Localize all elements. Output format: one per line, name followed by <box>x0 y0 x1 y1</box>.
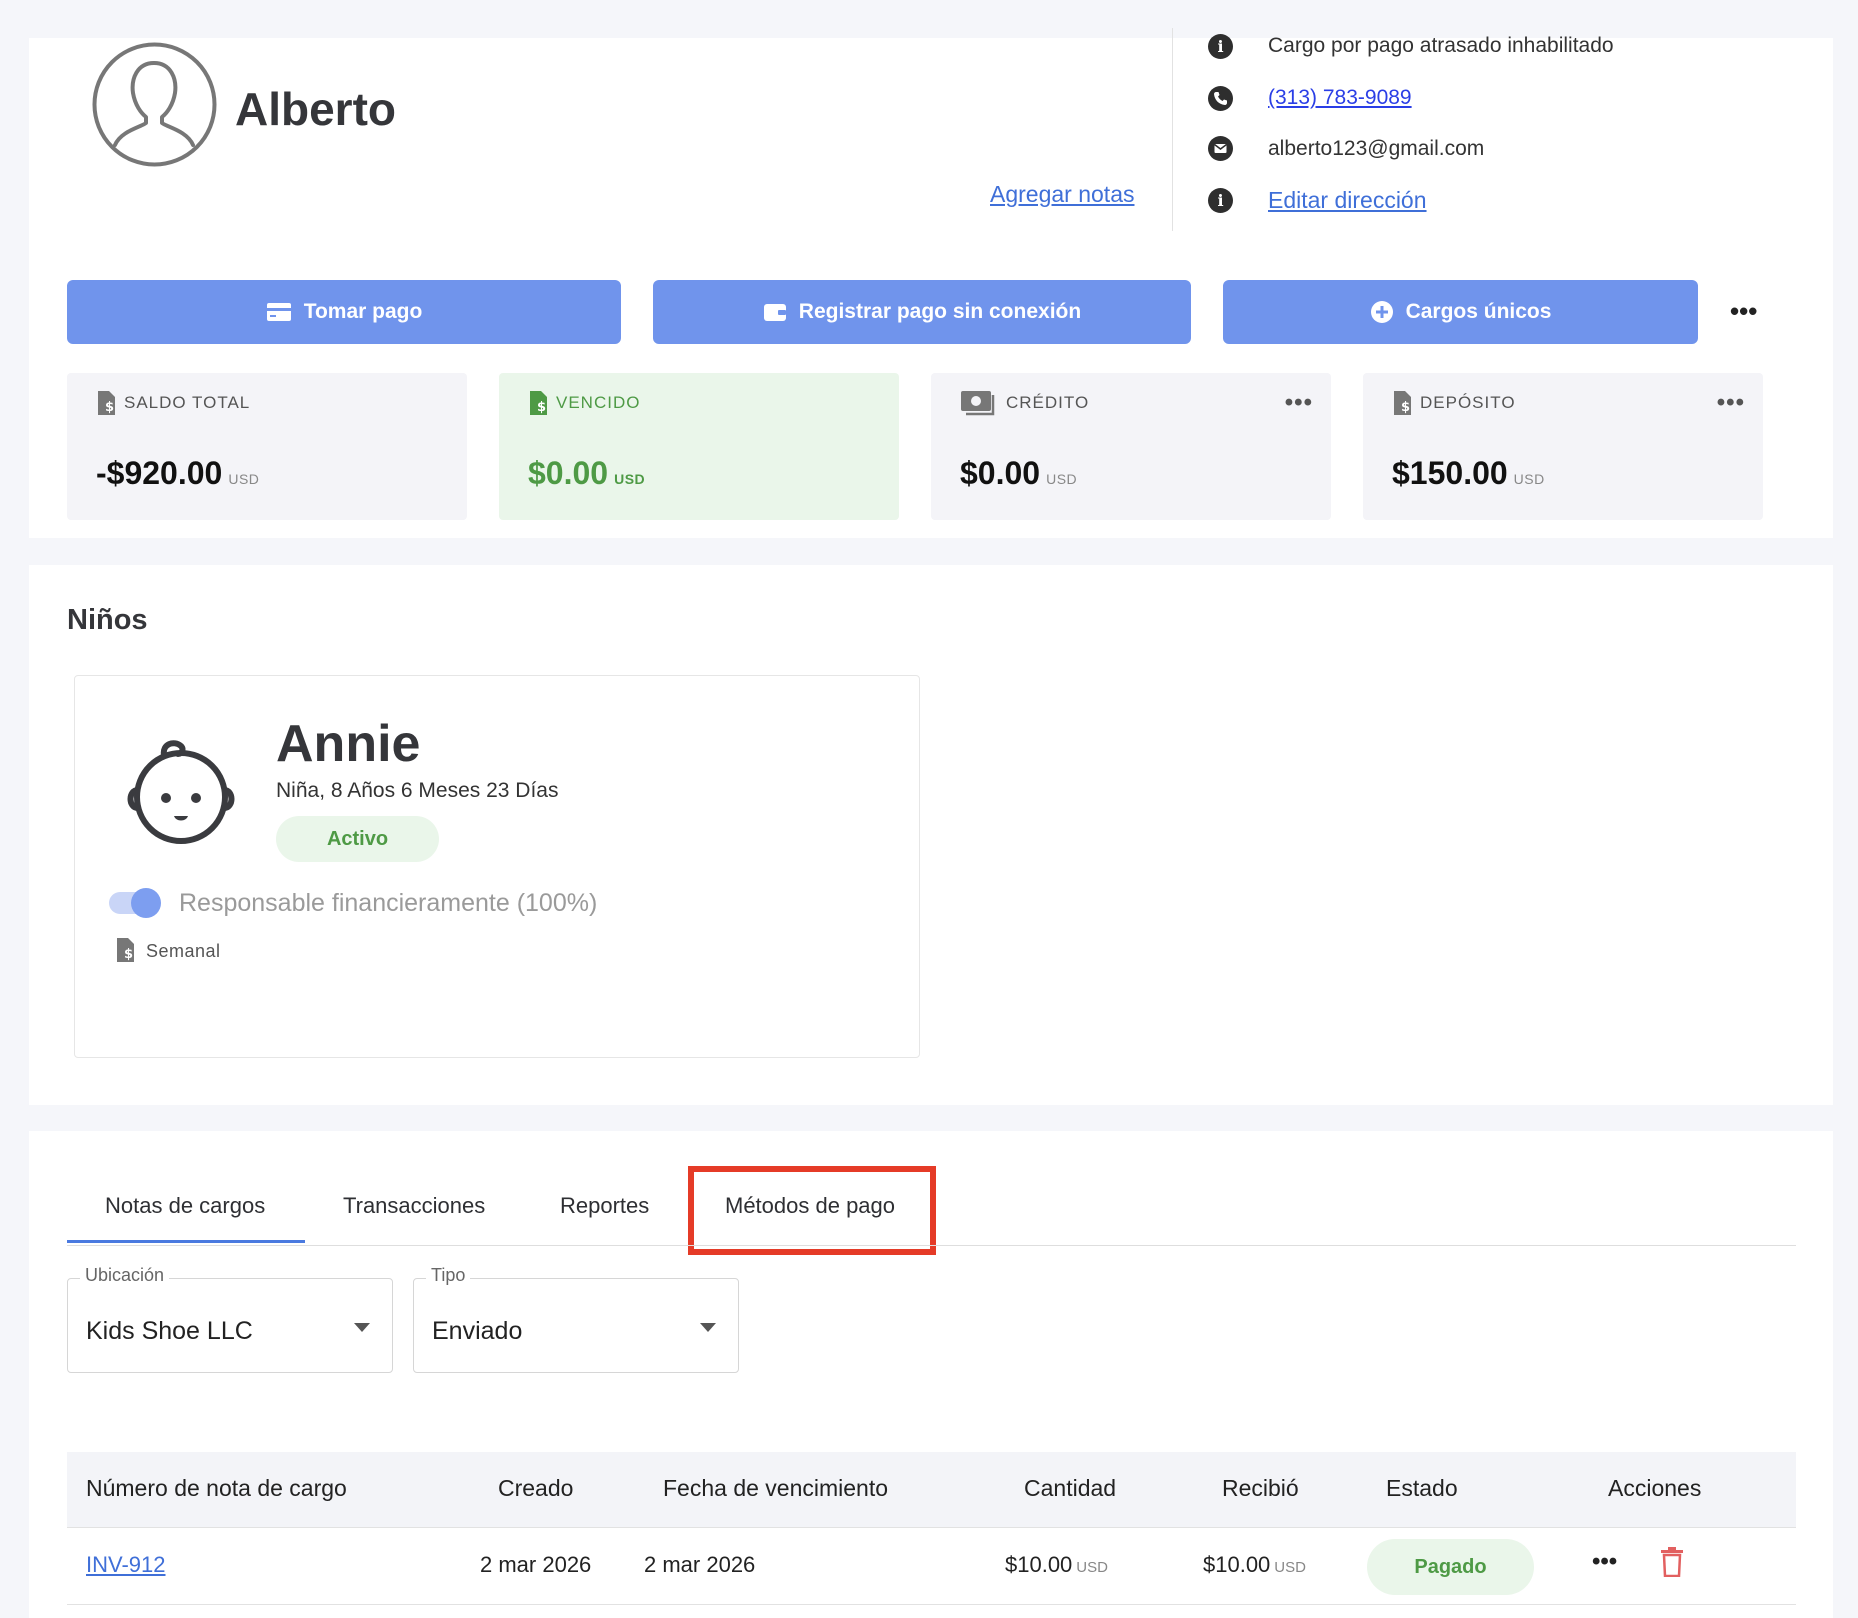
location-select-label: Ubicación <box>80 1265 170 1286</box>
highlight-box <box>688 1166 936 1255</box>
invoice-dollar-icon: $ <box>117 938 134 962</box>
invoice-dollar-icon: $ <box>530 391 547 415</box>
cell-due-date: 2 mar 2026 <box>644 1552 756 1577</box>
credit-amount: $0.00 USD <box>960 455 1078 491</box>
header-due-date: Fecha de vencimiento <box>663 1475 889 1501</box>
stat-deposit: $ DEPÓSITO ••• $150.00 USD <box>1363 373 1763 520</box>
profile-name: Alberto <box>235 83 396 135</box>
child-name: Annie <box>276 715 421 773</box>
user-avatar-icon <box>92 42 217 167</box>
location-select[interactable]: Ubicación Kids Shoe LLC <box>67 1265 393 1373</box>
plus-circle-icon <box>1370 301 1393 323</box>
cell-amount: $10.00 USD <box>1005 1552 1108 1577</box>
chevron-down-icon <box>700 1323 716 1332</box>
add-notes-link[interactable]: Agregar notas <box>990 181 1134 208</box>
cell-created: 2 mar 2026 <box>480 1552 592 1577</box>
stat-overdue: $ VENCIDO $0.00 USD <box>499 373 899 520</box>
toggle-knob <box>131 888 161 918</box>
tab-reports[interactable]: Reportes <box>560 1193 649 1219</box>
invoice-dollar-icon: $ <box>1394 391 1411 415</box>
credit-more-button[interactable]: ••• <box>1285 389 1313 417</box>
invoice-dollar-icon: $ <box>98 391 115 415</box>
stat-total-balance: $ SALDO TOTAL -$920.00 USD <box>67 373 467 520</box>
cell-received: $10.00 USD <box>1203 1552 1306 1577</box>
deposit-more-button[interactable]: ••• <box>1717 389 1745 417</box>
header-created: Creado <box>498 1475 574 1501</box>
tab-transactions[interactable]: Transacciones <box>343 1193 485 1219</box>
stat-credit: CRÉDITO ••• $0.00 USD <box>931 373 1331 520</box>
phone-icon <box>1208 86 1233 111</box>
svg-text:$: $ <box>105 400 114 415</box>
info-icon: i <box>1208 34 1233 59</box>
header-actions: Acciones <box>1608 1475 1702 1501</box>
info-icon: i <box>1208 188 1233 213</box>
baby-face-icon <box>127 740 235 844</box>
active-tab-indicator <box>67 1240 305 1243</box>
location-select-value: Kids Shoe LLC <box>86 1317 253 1345</box>
child-card[interactable]: Annie Niña, 8 Años 6 Meses 23 Días Activ… <box>74 675 920 1058</box>
email-icon <box>1208 136 1233 161</box>
deposit-label: DEPÓSITO <box>1420 393 1516 412</box>
svg-text:$: $ <box>124 947 133 962</box>
child-status-badge: Activo <box>276 816 439 862</box>
total-balance-amount: -$920.00 USD <box>96 455 260 491</box>
svg-text:$: $ <box>537 400 546 415</box>
take-payment-button[interactable]: Tomar pago <box>67 280 621 344</box>
header-received: Recibió <box>1222 1475 1299 1501</box>
type-select-label: Tipo <box>426 1265 471 1286</box>
deposit-amount: $150.00 USD <box>1392 455 1545 491</box>
chevron-down-icon <box>354 1323 370 1332</box>
phone-link[interactable]: (313) 783-9089 <box>1268 86 1412 110</box>
total-balance-label: SALDO TOTAL <box>124 393 251 412</box>
take-payment-label: Tomar pago <box>303 300 423 323</box>
email-text: alberto123@gmail.com <box>1268 137 1485 160</box>
offline-payment-button[interactable]: Registrar pago sin conexión <box>653 280 1191 344</box>
billing-frequency: Semanal <box>146 941 221 961</box>
invoice-number-link[interactable]: INV-912 <box>86 1552 166 1578</box>
one-time-charges-button[interactable]: Cargos únicos <box>1223 280 1698 344</box>
edit-address-link[interactable]: Editar dirección <box>1268 187 1427 214</box>
divider <box>1172 28 1173 231</box>
more-actions-button[interactable]: ••• <box>1730 296 1757 327</box>
status-badge: Pagado <box>1367 1539 1534 1595</box>
trash-icon[interactable] <box>1660 1547 1684 1577</box>
type-select[interactable]: Tipo Enviado <box>413 1265 739 1373</box>
one-time-charges-label: Cargos únicos <box>1405 300 1552 323</box>
children-title: Niños <box>67 604 148 636</box>
overdue-amount: $0.00 USD <box>528 455 646 491</box>
wallet-icon <box>763 304 786 321</box>
credit-label: CRÉDITO <box>1006 393 1090 412</box>
financially-responsible-toggle[interactable] <box>109 888 161 918</box>
row-more-button[interactable]: ••• <box>1592 1548 1617 1576</box>
tabs-divider <box>67 1245 1796 1246</box>
avatar <box>91 41 218 168</box>
offline-payment-label: Registrar pago sin conexión <box>798 300 1082 323</box>
financially-responsible-label: Responsable financieramente (100%) <box>179 889 598 917</box>
header-invoice-number: Número de nota de cargo <box>86 1475 347 1501</box>
tab-invoices[interactable]: Notas de cargos <box>105 1193 265 1219</box>
money-icon <box>961 391 995 416</box>
header-amount: Cantidad <box>1024 1475 1117 1501</box>
late-fee-text: Cargo por pago atrasado inhabilitado <box>1268 34 1614 57</box>
table-row <box>67 1528 1796 1605</box>
overdue-label: VENCIDO <box>556 393 641 412</box>
child-details: Niña, 8 Años 6 Meses 23 Días <box>276 779 559 802</box>
svg-text:$: $ <box>1401 400 1410 415</box>
header-status: Estado <box>1386 1475 1458 1501</box>
credit-card-icon <box>266 303 291 321</box>
type-select-value: Enviado <box>432 1317 523 1345</box>
